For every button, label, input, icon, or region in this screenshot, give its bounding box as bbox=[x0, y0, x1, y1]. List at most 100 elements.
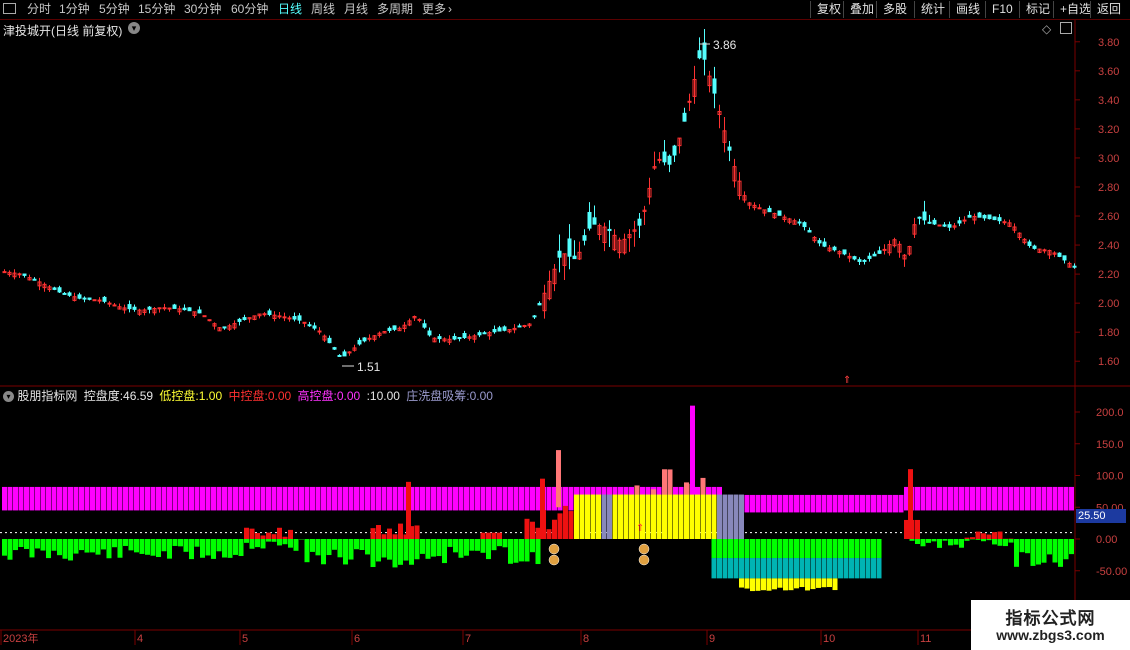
control-bar bbox=[1063, 486, 1069, 511]
mark-button[interactable]: 标记 bbox=[1019, 1, 1056, 18]
money-bag-icon bbox=[638, 543, 650, 555]
teal-bar bbox=[821, 558, 827, 579]
hold-bar bbox=[678, 494, 684, 539]
tab-fenshi[interactable]: 分时 bbox=[27, 1, 51, 18]
control-bar bbox=[62, 486, 68, 511]
candle-body bbox=[842, 249, 847, 255]
teal-bar bbox=[810, 558, 816, 579]
yellow-bar bbox=[739, 578, 744, 588]
back-button[interactable]: 返回 bbox=[1090, 1, 1127, 18]
positive-bar bbox=[260, 535, 266, 539]
tab-week[interactable]: 周线 bbox=[311, 1, 335, 18]
candle-body bbox=[982, 214, 987, 219]
negative-bar bbox=[816, 539, 821, 559]
negative-bar bbox=[530, 539, 535, 553]
negative-bar bbox=[420, 539, 425, 554]
negative-bar bbox=[783, 539, 788, 559]
candle-body bbox=[337, 354, 342, 357]
negative-bar bbox=[381, 539, 387, 558]
negative-bar bbox=[194, 539, 200, 547]
negative-bar bbox=[805, 539, 810, 559]
menu-icon[interactable] bbox=[3, 3, 16, 14]
candle-body bbox=[822, 241, 827, 247]
teal-bar bbox=[739, 558, 744, 579]
candle-body bbox=[662, 151, 667, 163]
low-price-label: 1.51 bbox=[357, 360, 381, 374]
fuquan-button[interactable]: 复权 bbox=[810, 1, 847, 18]
indicator-mid-value: 0.00 bbox=[267, 389, 292, 403]
hold-bar bbox=[618, 494, 623, 539]
tab-30min[interactable]: 30分钟 bbox=[184, 1, 221, 18]
draw-button[interactable]: 画线 bbox=[949, 1, 986, 18]
tab-day[interactable]: 日线 bbox=[278, 1, 302, 18]
control-bar bbox=[288, 486, 293, 511]
control-bar bbox=[766, 494, 772, 513]
control-bar bbox=[13, 486, 18, 511]
control-bar bbox=[871, 494, 876, 513]
indicator-dropdown-icon[interactable]: ▾ bbox=[3, 391, 14, 403]
candle-body bbox=[852, 256, 857, 260]
control-bar bbox=[282, 486, 288, 511]
control-bar bbox=[959, 486, 964, 511]
negative-bar bbox=[832, 539, 838, 559]
candle-body bbox=[637, 218, 642, 226]
time-tick-label: 5 bbox=[242, 633, 248, 645]
teal-bar bbox=[777, 558, 783, 579]
price-tick-label: 2.80 bbox=[1098, 182, 1119, 194]
positive-bar bbox=[370, 528, 376, 539]
indicator-high-value: 0.00 bbox=[336, 389, 361, 403]
multi-stock-button[interactable]: 多股 bbox=[876, 1, 913, 18]
candle-body bbox=[157, 307, 162, 310]
spike-bar bbox=[662, 469, 667, 495]
tab-5min[interactable]: 5分钟 bbox=[99, 1, 130, 18]
candle-body bbox=[312, 325, 317, 329]
positive-bar bbox=[491, 532, 497, 539]
arrow-up-icon: ⇑ bbox=[636, 523, 644, 534]
control-bar bbox=[1069, 486, 1074, 511]
tab-60min[interactable]: 60分钟 bbox=[231, 1, 268, 18]
hold-bar bbox=[574, 494, 579, 539]
negative-bar bbox=[233, 539, 238, 555]
stats-button[interactable]: 统计 bbox=[914, 1, 951, 18]
control-bar bbox=[810, 494, 816, 513]
negative-bar bbox=[1019, 539, 1025, 553]
tab-1min[interactable]: 1分钟 bbox=[59, 1, 90, 18]
teal-bar bbox=[750, 558, 755, 579]
control-bar bbox=[1052, 486, 1058, 511]
control-bar bbox=[398, 486, 403, 511]
tab-more[interactable]: 更多 bbox=[422, 1, 446, 18]
hold-bar bbox=[684, 494, 689, 539]
control-bar bbox=[1019, 486, 1025, 511]
control-bar bbox=[57, 486, 62, 511]
tab-month[interactable]: 月线 bbox=[344, 1, 368, 18]
teal-bar bbox=[865, 558, 871, 579]
control-bar bbox=[205, 486, 211, 511]
control-bar bbox=[981, 486, 986, 511]
candle-body bbox=[127, 304, 132, 310]
teal-bar bbox=[827, 558, 832, 579]
title-dropdown-icon[interactable]: ▾ bbox=[128, 22, 140, 34]
negative-bar bbox=[337, 539, 343, 558]
spike-bar bbox=[690, 405, 695, 495]
negative-bar bbox=[838, 539, 843, 559]
more-chevron-icon[interactable]: › bbox=[448, 1, 452, 18]
candle-body bbox=[332, 347, 337, 350]
yellow-bar bbox=[772, 578, 777, 590]
candle-body bbox=[162, 307, 167, 310]
tab-multi[interactable]: 多周期 bbox=[377, 1, 413, 18]
overlay-button[interactable]: 叠加 bbox=[843, 1, 880, 18]
control-bar bbox=[755, 494, 761, 513]
money-bag-icon bbox=[548, 554, 560, 566]
teal-bar bbox=[860, 558, 865, 579]
diamond-icon[interactable]: ◇ bbox=[1042, 22, 1051, 36]
control-bar bbox=[172, 486, 178, 511]
f10-button[interactable]: F10 bbox=[985, 1, 1019, 18]
panel-toggle-icon[interactable] bbox=[1060, 22, 1072, 34]
candle-body bbox=[962, 219, 967, 222]
candle-body bbox=[292, 316, 297, 320]
negative-bar bbox=[392, 539, 398, 568]
candle-body bbox=[297, 315, 302, 321]
tab-15min[interactable]: 15分钟 bbox=[138, 1, 175, 18]
negative-bar bbox=[332, 539, 337, 550]
candle-body bbox=[267, 310, 272, 315]
